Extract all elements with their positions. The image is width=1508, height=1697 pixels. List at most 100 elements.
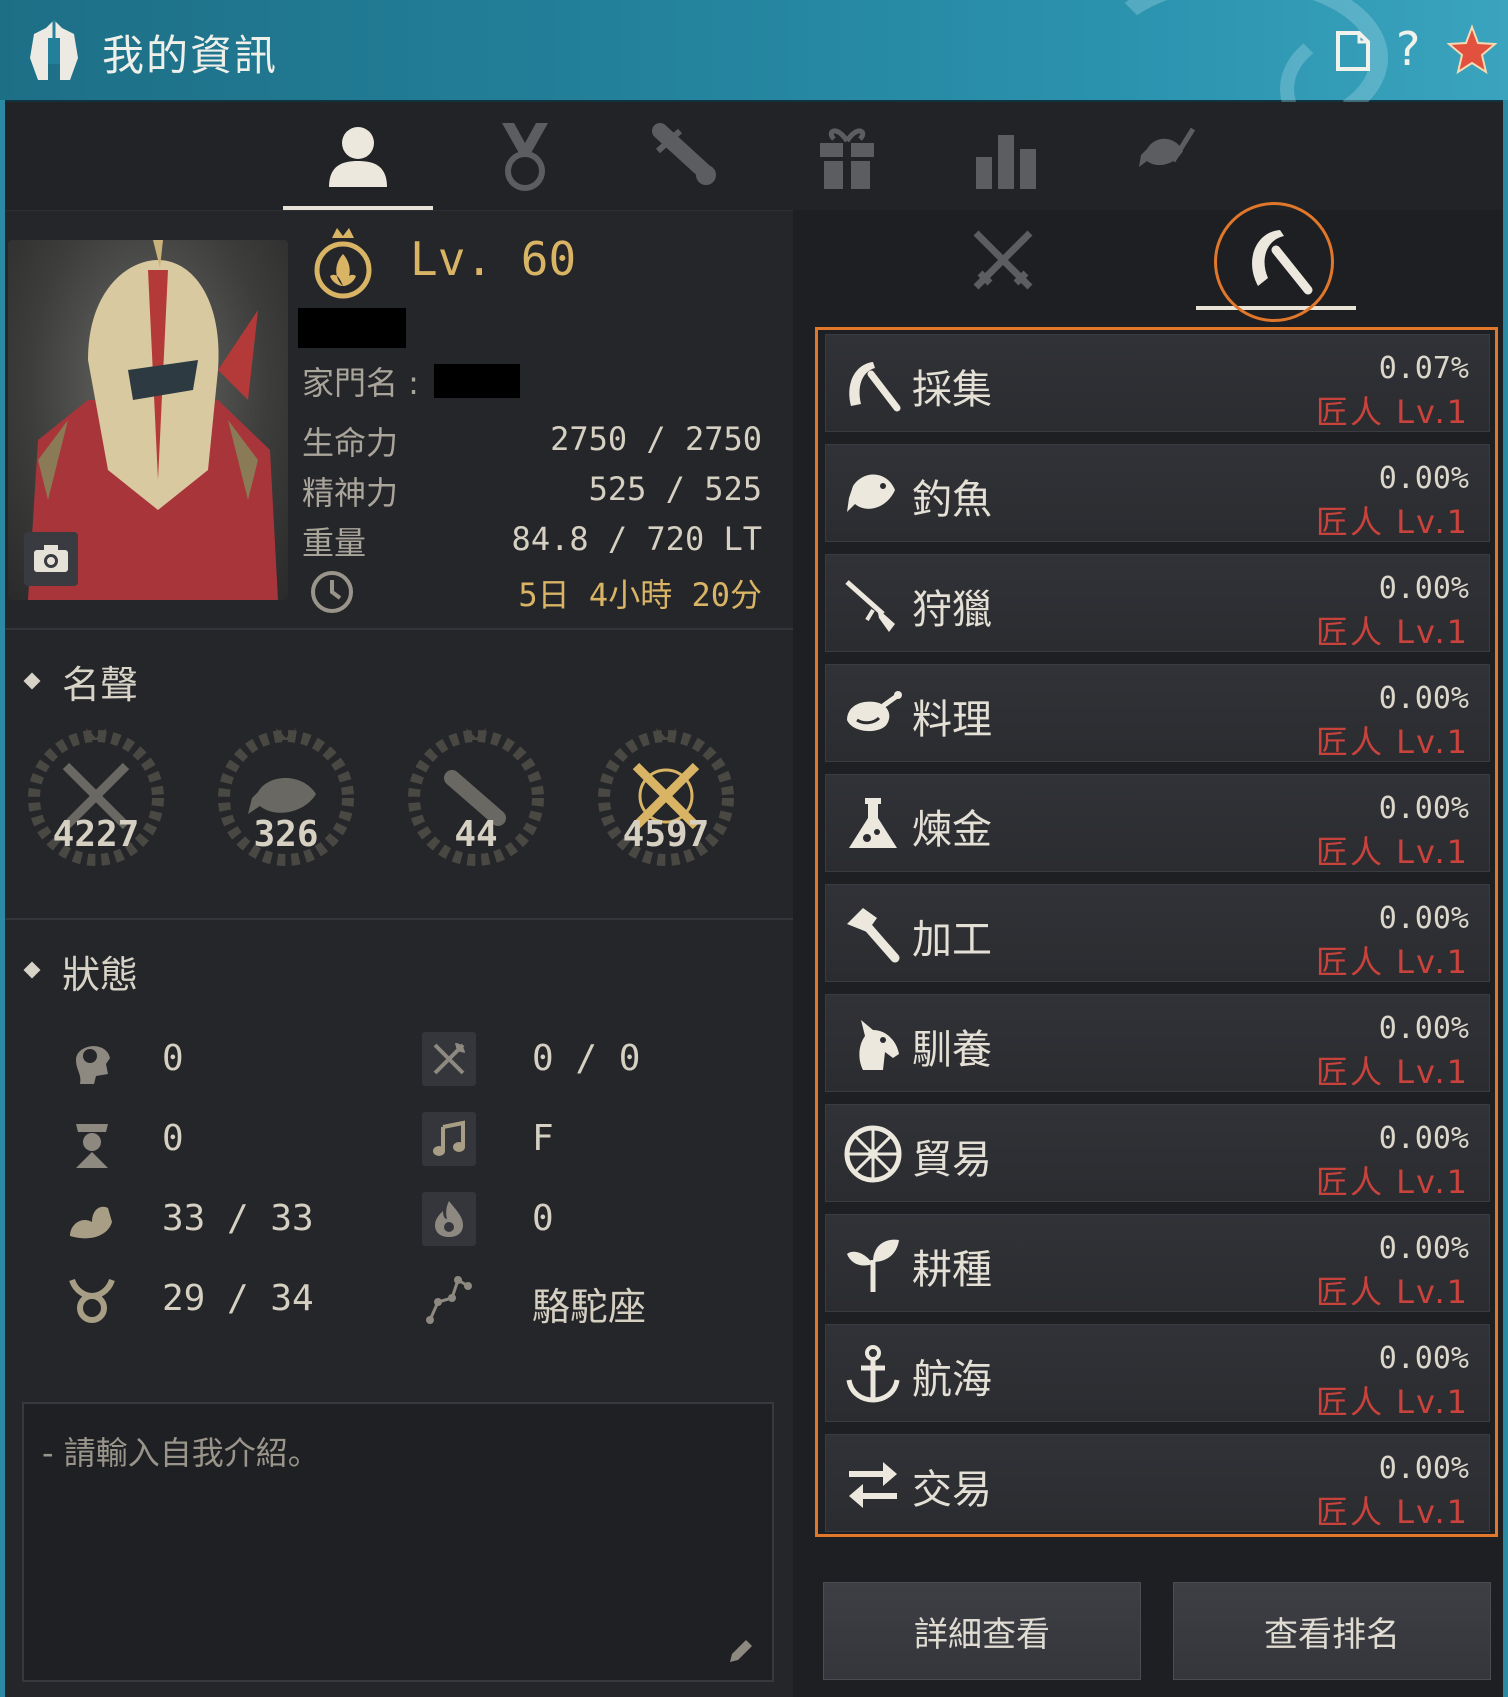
life-skill-percent: 0.00% [1378,1011,1469,1046]
level-emblem-icon [312,224,374,302]
status-music-value: F [532,1118,554,1159]
life-skill-percent: 0.00% [1378,791,1469,826]
subtab-combat[interactable] [923,210,1083,310]
life-skill-row-alchemy[interactable]: 煉金 0.00% 匠人 Lv.1 [825,774,1490,872]
life-skill-row-gathering[interactable]: 採集 0.07% 匠人 Lv.1 [825,334,1490,432]
reputation-total-value: 4597 [622,814,710,855]
life-skill-name: 狩獵 [912,587,992,633]
life-skill-percent: 0.00% [1378,1341,1469,1376]
life-skill-row-processing[interactable]: 加工 0.00% 匠人 Lv.1 [825,884,1490,982]
document-icon[interactable] [1335,30,1371,72]
clock-icon [308,568,356,616]
fish-icon [840,461,906,527]
reputation-quest-value: 44 [454,814,498,855]
status-title: 狀態 [62,953,139,997]
taurus-icon [66,1274,118,1326]
character-level: Lv. 60 [410,232,577,286]
status-flame-value: 0 [532,1198,554,1239]
fish-harpoon-icon [1139,127,1196,167]
helmet-icon [26,18,82,84]
weight-value: 84.8 / 720 LT [511,520,762,558]
life-skill-percent: 0.00% [1378,681,1469,716]
music-note-icon [422,1112,476,1166]
anchor-icon [840,1341,906,1407]
life-skill-row-training[interactable]: 馴養 0.00% 匠人 Lv.1 [825,994,1490,1092]
scroll-icon [652,123,716,185]
star-icon[interactable] [1446,24,1498,76]
life-skill-name: 交易 [912,1467,992,1513]
reputation-combat: 4227 [22,722,170,882]
help-icon[interactable]: ? [1396,22,1420,76]
life-skill-rank: 匠人 Lv.1 [1316,1163,1469,1201]
life-skill-percent: 0.00% [1378,571,1469,606]
life-skill-rank: 匠人 Lv.1 [1316,1053,1469,1091]
life-skill-name: 料理 [912,697,992,743]
status-axe-value: 0 / 0 [532,1038,641,1079]
life-skill-rank: 匠人 Lv.1 [1316,1273,1469,1311]
character-name-redacted [298,308,406,348]
constellation-icon [422,1272,476,1326]
status-taurus-value: 29 / 34 [162,1278,314,1319]
life-skill-rank: 匠人 Lv.1 [1316,503,1469,541]
tab-scroll[interactable] [610,102,760,210]
details-button[interactable]: 詳細查看 [823,1582,1141,1680]
camera-icon [34,545,68,572]
playtime-value: 5日 4小時 20分 [518,576,762,614]
life-skill-percent: 0.07% [1378,351,1469,386]
sprout-icon [840,1231,906,1297]
life-skill-name: 貿易 [912,1137,992,1183]
tab-ranking[interactable] [932,102,1082,210]
life-skill-row-trade[interactable]: 貿易 0.00% 匠人 Lv.1 [825,1104,1490,1202]
hammer-icon [840,901,906,967]
ranking-button[interactable]: 查看排名 [1173,1582,1491,1680]
status-constellation-value: 駱駝座 [532,1285,647,1329]
life-skill-rank: 匠人 Lv.1 [1316,1383,1469,1421]
weight-label: 重量 [302,524,367,562]
life-skill-rank: 匠人 Lv.1 [1316,723,1469,761]
life-skill-row-hunting[interactable]: 狩獵 0.00% 匠人 Lv.1 [825,554,1490,652]
tab-fishing[interactable] [1093,102,1243,210]
status-strength-value: 33 / 33 [162,1198,314,1239]
horse-head-icon [840,1011,906,1077]
reputation-total: 4597 [592,722,740,882]
hp-label: 生命力 [302,424,399,462]
life-skill-rank: 匠人 Lv.1 [1316,833,1469,871]
reputation-fishing-value: 326 [253,814,319,855]
bar-chart-icon [976,135,1036,189]
life-skill-percent: 0.00% [1378,1231,1469,1266]
life-skill-name: 加工 [912,917,992,963]
life-skill-name: 煉金 [912,807,992,853]
pencil-icon[interactable] [726,1636,756,1666]
life-skill-name: 釣魚 [912,477,992,523]
reputation-combat-value: 4227 [52,814,140,855]
life-skill-name: 航海 [912,1357,992,1403]
family-name-label: 家門名 : [302,364,419,402]
tab-medal[interactable] [450,102,600,210]
gift-icon [820,128,874,189]
self-intro-field[interactable]: - 請輸入自我介紹。 [22,1402,774,1682]
exchange-arrows-icon [840,1451,906,1517]
life-skill-row-sailing[interactable]: 航海 0.00% 匠人 Lv.1 [825,1324,1490,1422]
self-intro-placeholder: - 請輸入自我介紹。 [42,1434,320,1472]
window-title: 我的資訊 [102,31,279,80]
life-skill-row-cooking[interactable]: 料理 0.00% 匠人 Lv.1 [825,664,1490,762]
life-skill-percent: 0.00% [1378,1451,1469,1486]
axe-crossed-icon [422,1032,476,1086]
tab-gift[interactable] [772,102,922,210]
life-skill-row-fishing[interactable]: 釣魚 0.00% 匠人 Lv.1 [825,444,1490,542]
life-skill-row-barter[interactable]: 交易 0.00% 匠人 Lv.1 [825,1434,1490,1532]
title-bar[interactable]: 我的資訊 ? [0,0,1508,158]
mp-value: 525 / 525 [588,470,762,508]
reputation-fishing: 326 [212,722,360,882]
profile-icon [329,127,387,187]
camera-button[interactable] [24,532,78,586]
sickle-icon [840,351,906,417]
combat-swords-icon [973,230,1033,290]
mind-head-icon [66,1034,118,1086]
life-skill-rank: 匠人 Lv.1 [1316,1493,1469,1531]
life-skill-name: 採集 [912,367,992,413]
life-skill-row-farming[interactable]: 耕種 0.00% 匠人 Lv.1 [825,1214,1490,1312]
life-skill-name: 馴養 [912,1027,992,1073]
status-officer-value: 0 [162,1118,184,1159]
tab-profile[interactable] [283,102,433,210]
